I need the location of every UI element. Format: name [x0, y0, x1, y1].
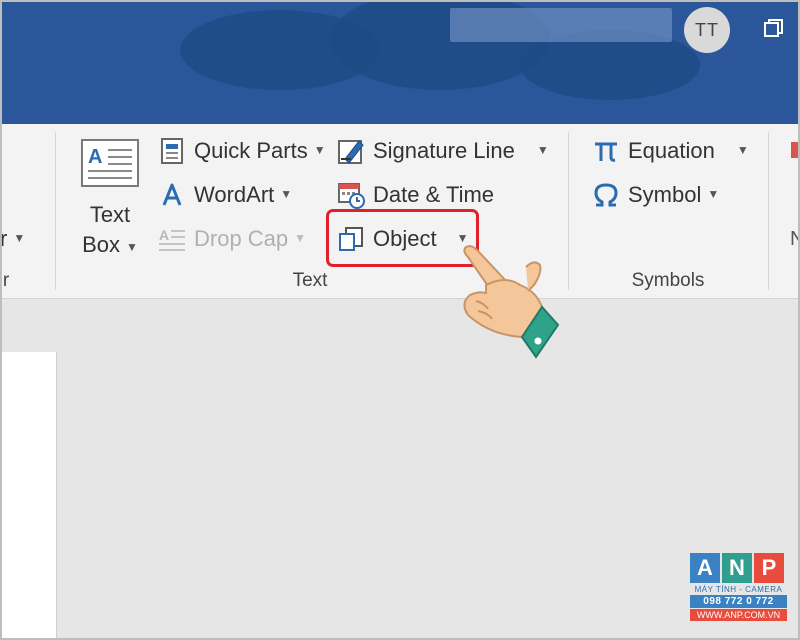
chevron-down-icon: ▼ — [313, 143, 326, 157]
svg-text:A: A — [88, 146, 102, 168]
restore-window-icon[interactable] — [762, 18, 784, 40]
logo-phone: 098 772 0 772 — [690, 595, 787, 608]
partial-left-group-label: r — [2, 270, 10, 291]
date-time-icon — [338, 183, 365, 209]
chevron-down-icon: ▼ — [280, 187, 293, 201]
symbol-button[interactable]: Symbol ▼ — [592, 178, 719, 212]
partial-right-label: N — [790, 227, 800, 250]
wordart-button[interactable]: WordArt ▼ — [158, 178, 292, 212]
wordart-icon — [162, 183, 182, 206]
chevron-down-icon: ▼ — [736, 143, 749, 157]
signature-line-button[interactable]: Signature Line ▼ — [337, 134, 549, 168]
equation-button[interactable]: Equation ▼ — [592, 134, 749, 168]
date-time-button[interactable]: Date & Time — [337, 178, 494, 212]
logo-tagline: MÁY TÍNH - CAMERA — [694, 585, 783, 594]
logo-letter: P — [754, 553, 784, 583]
partial-left-button[interactable]: r ▼ — [0, 222, 25, 256]
anp-logo: A N P MÁY TÍNH - CAMERA 098 772 0 772 WW… — [690, 553, 787, 621]
date-time-label: Date & Time — [373, 182, 495, 207]
signature-line-icon — [338, 140, 364, 164]
partial-right-icon — [791, 142, 800, 158]
symbol-label: Symbol — [628, 182, 702, 207]
document-page[interactable] — [0, 352, 57, 640]
quick-parts-icon — [161, 138, 183, 164]
wordart-label: WordArt — [194, 182, 275, 207]
chevron-down-icon: ▼ — [536, 143, 549, 157]
quick-parts-label: Quick Parts — [194, 138, 308, 163]
blurred-title — [450, 8, 672, 42]
text-box-label-line1: Text — [89, 202, 131, 227]
equation-label: Equation — [628, 138, 715, 163]
partial-right-button[interactable]: N — [790, 222, 800, 256]
signature-line-label: Signature Line — [373, 138, 515, 163]
group-separator — [55, 132, 56, 290]
chevron-down-icon: ▼ — [126, 240, 138, 254]
symbols-group-label: Symbols — [631, 270, 705, 291]
drop-cap-label: Drop Cap — [194, 226, 289, 251]
logo-letter: N — [722, 553, 752, 583]
pointing-hand-icon — [463, 245, 560, 359]
partial-left-label: r — [0, 226, 8, 251]
group-separator — [768, 132, 769, 290]
text-group-label: Text — [292, 270, 328, 291]
chevron-down-icon: ▼ — [294, 231, 307, 245]
pi-icon — [595, 142, 617, 162]
drop-cap-icon: A — [159, 227, 185, 251]
text-box-button[interactable]: Text Box ▼ — [70, 200, 150, 263]
chevron-down-icon: ▼ — [13, 231, 26, 245]
title-bar: TT — [0, 0, 800, 124]
user-avatar[interactable]: TT — [684, 7, 730, 53]
logo-letter: A — [690, 553, 720, 583]
svg-text:A: A — [159, 227, 169, 243]
text-box-icon[interactable]: A — [80, 138, 142, 188]
drop-cap-button[interactable]: A Drop Cap ▼ — [158, 222, 306, 256]
chevron-down-icon: ▼ — [707, 187, 720, 201]
text-box-label-line2: Box — [82, 232, 121, 257]
quick-parts-button[interactable]: Quick Parts ▼ — [158, 134, 326, 168]
logo-site: WWW.ANP.COM.VN — [690, 609, 787, 621]
omega-icon — [594, 183, 618, 207]
